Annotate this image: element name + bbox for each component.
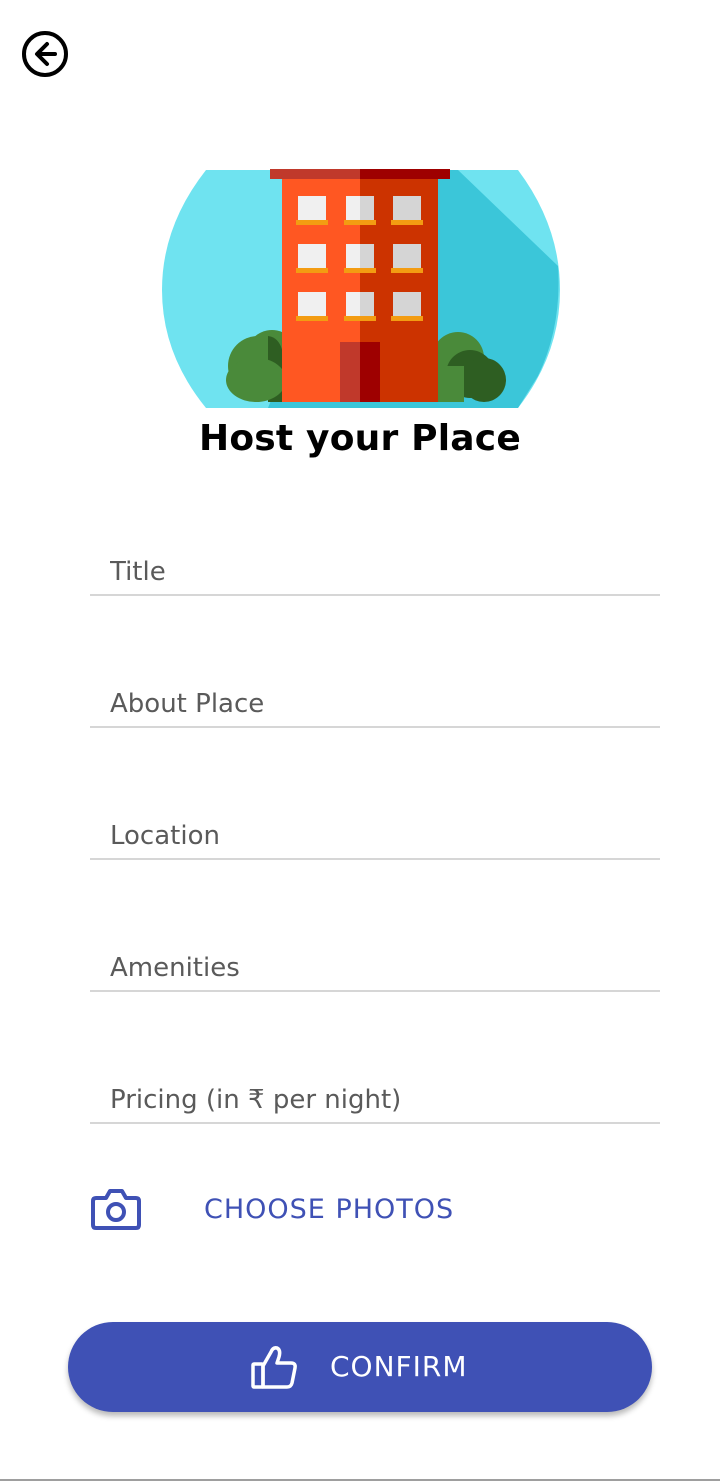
title-input[interactable]: [110, 554, 660, 590]
confirm-label: CONFIRM: [330, 1350, 468, 1383]
amenities-field[interactable]: [90, 942, 660, 992]
amenities-input[interactable]: [110, 950, 660, 986]
pricing-field[interactable]: [90, 1074, 660, 1124]
choose-photos-button[interactable]: CHOOSE PHOTOS: [90, 1186, 510, 1236]
title-field[interactable]: [90, 546, 660, 596]
camera-icon: [91, 1189, 141, 1230]
hero-illustration: [158, 166, 562, 412]
pricing-input[interactable]: [110, 1082, 660, 1118]
thumbs-up-icon: [251, 1346, 297, 1389]
about-place-input[interactable]: [110, 686, 660, 722]
location-input[interactable]: [110, 818, 660, 854]
about-place-field[interactable]: [90, 678, 660, 728]
page-title: Host your Place: [199, 418, 521, 459]
arrow-left-circle-icon: [22, 31, 68, 77]
back-button[interactable]: [20, 29, 70, 79]
choose-photos-label: CHOOSE PHOTOS: [204, 1194, 455, 1225]
confirm-button[interactable]: CONFIRM: [68, 1322, 652, 1412]
building-illustration: [162, 169, 560, 408]
location-field[interactable]: [90, 810, 660, 860]
